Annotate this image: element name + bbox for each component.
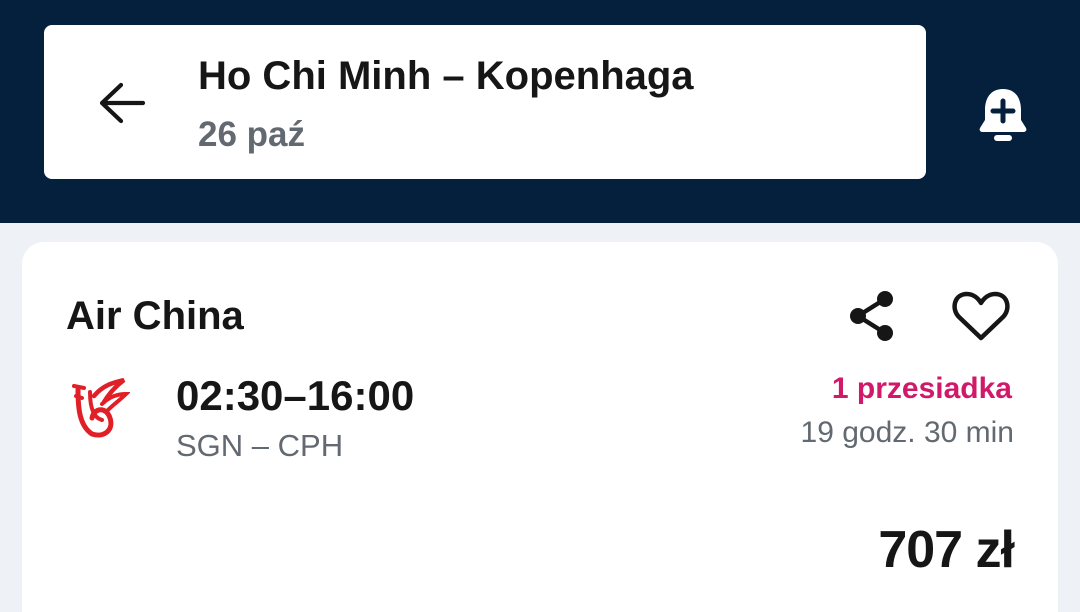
share-icon (850, 291, 893, 341)
stops-label: 1 przesiadka (831, 372, 1012, 405)
share-button[interactable] (840, 284, 904, 348)
route-title: Ho Chi Minh – Kopenhaga (198, 54, 694, 98)
arrow-left-icon (99, 82, 146, 124)
search-summary-card[interactable] (44, 25, 926, 179)
travel-date: 26 paź (198, 115, 305, 154)
flight-price: 707 zł (878, 521, 1015, 579)
flight-duration: 19 godz. 30 min (800, 416, 1014, 449)
back-button[interactable] (86, 74, 158, 132)
flight-times: 02:30–16:00 (176, 372, 415, 419)
price-alert-button[interactable] (970, 82, 1036, 148)
air-china-logo (70, 376, 131, 440)
heart-icon (952, 291, 1010, 341)
bell-plus-icon (979, 89, 1027, 141)
favorite-button[interactable] (946, 284, 1016, 348)
airport-codes: SGN – CPH (176, 428, 344, 463)
airline-name: Air China (66, 294, 244, 338)
